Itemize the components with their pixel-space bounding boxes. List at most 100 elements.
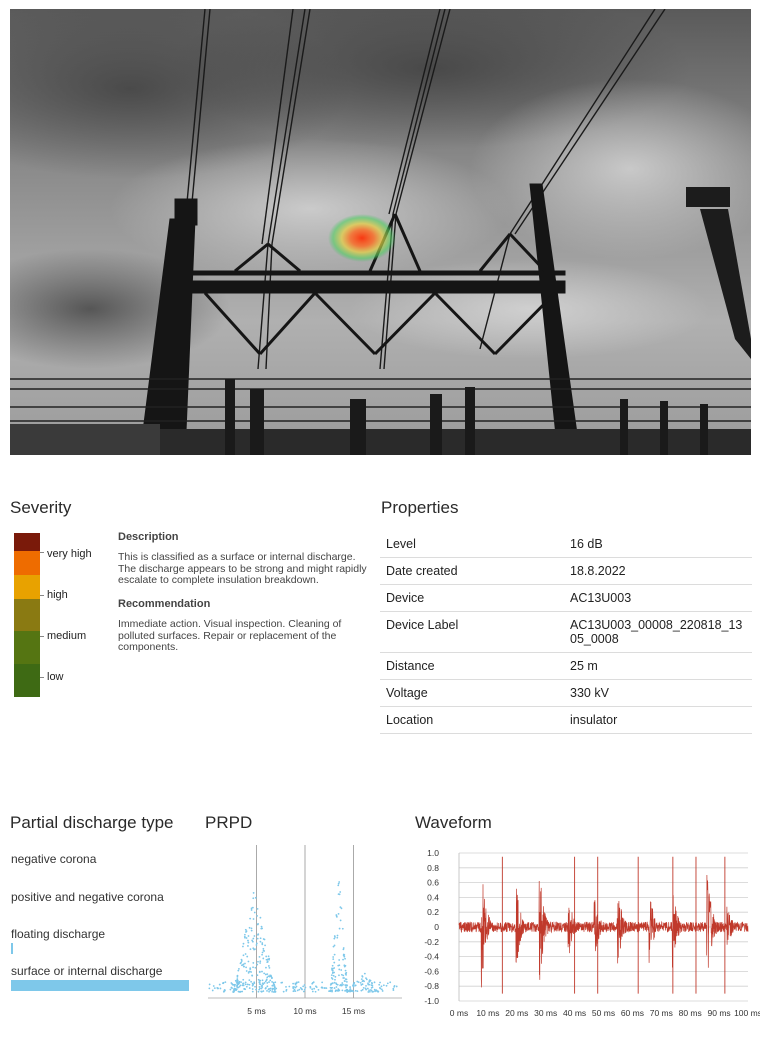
prpd-point — [271, 990, 274, 993]
prpd-point — [347, 990, 350, 993]
prpd-point — [330, 974, 333, 977]
prpd-point — [249, 948, 252, 951]
prpd-point — [260, 990, 263, 993]
prpd-tick-label: 10 ms — [293, 1006, 316, 1016]
pd-type-title: Partial discharge type — [10, 813, 174, 832]
prpd-point — [373, 981, 376, 984]
prpd-point — [242, 963, 245, 966]
prpd-point — [339, 906, 342, 909]
prpd-point — [241, 964, 243, 967]
prpd-point — [274, 981, 277, 984]
property-value: 330 kV — [564, 679, 752, 707]
prpd-point — [258, 979, 261, 982]
prpd-point — [235, 989, 237, 992]
prpd-point — [342, 983, 344, 986]
prpd-point — [371, 990, 374, 993]
prpd-point — [244, 983, 247, 986]
prpd-point — [335, 983, 338, 986]
prpd-point — [255, 944, 258, 946]
prpd-point — [259, 962, 262, 964]
prpd-point — [317, 988, 320, 991]
prpd-point — [244, 953, 247, 955]
prpd-point — [365, 988, 367, 991]
prpd-point — [331, 969, 334, 972]
waveform-x-tick: 80 ms — [679, 1008, 702, 1018]
prpd-point — [329, 986, 332, 989]
prpd-point — [362, 979, 365, 982]
prpd-point — [331, 978, 334, 980]
severity-color-4 — [14, 631, 40, 664]
prpd-point — [332, 974, 335, 977]
prpd-point — [253, 981, 256, 984]
prpd-point — [264, 973, 267, 976]
prpd-point — [271, 984, 274, 987]
prpd-point — [349, 986, 351, 988]
waveform-chart: 1.0 0.8 0.6 0.4 0.2 0 -0.2 -0.4 -0.6 -0.8 -1.0 0 m… — [424, 848, 760, 1018]
prpd-point — [342, 974, 345, 977]
property-value: 18.8.2022 — [564, 557, 752, 585]
waveform-title: Waveform — [415, 813, 492, 832]
prpd-point — [337, 912, 340, 915]
prpd-point — [342, 947, 345, 949]
prpd-point — [240, 981, 242, 984]
prpd-point — [386, 982, 389, 985]
prpd-point — [250, 927, 253, 930]
prpd-point — [345, 974, 347, 976]
prpd-point — [252, 897, 255, 900]
table-row: Distance 25 m — [380, 652, 752, 680]
prpd-point — [237, 986, 240, 989]
pd-label-1: positive and negative corona — [11, 890, 164, 904]
prpd-point — [321, 986, 323, 989]
prpd-point — [264, 980, 267, 983]
prpd-point — [341, 982, 344, 984]
prpd-point — [218, 983, 221, 986]
prpd-point — [368, 980, 371, 983]
properties-title: Properties — [381, 498, 459, 517]
prpd-point — [295, 985, 298, 988]
prpd-point — [365, 978, 368, 981]
prpd-point — [344, 957, 346, 960]
property-value: 25 m — [564, 652, 752, 680]
prpd-point — [323, 987, 326, 989]
prpd-point — [257, 933, 259, 936]
prpd-point — [331, 982, 334, 985]
prpd-point — [259, 940, 262, 943]
prpd-point — [252, 962, 255, 964]
prpd-point — [354, 984, 357, 987]
prpd-point — [247, 945, 249, 947]
prpd-point — [369, 989, 372, 991]
prpd-point — [233, 985, 236, 987]
prpd-point — [338, 974, 340, 977]
table-row: Device AC13U003 — [380, 584, 752, 612]
waveform-x-tick: 40 ms — [563, 1008, 586, 1018]
prpd-point — [333, 987, 336, 989]
prpd-point — [304, 986, 307, 989]
properties-table: Level 16 dB Date created 18.8.2022 Device A… — [380, 531, 752, 734]
waveform-y-tick: -0.6 — [424, 966, 439, 976]
prpd-point — [333, 961, 336, 964]
prpd-point — [250, 909, 253, 911]
prpd-point — [339, 984, 342, 986]
prpd-point — [262, 947, 265, 950]
prpd-point — [333, 937, 336, 940]
prpd-point — [298, 988, 301, 991]
prpd-point — [331, 964, 334, 967]
waveform-y-tick: -0.4 — [424, 952, 439, 962]
prpd-point — [259, 937, 262, 940]
prpd-point — [264, 944, 266, 947]
prpd-point — [313, 987, 316, 990]
prpd-point — [251, 988, 254, 990]
prpd-point — [356, 980, 359, 983]
prpd-point — [259, 960, 262, 963]
prpd-point — [337, 989, 340, 992]
prpd-point — [244, 988, 247, 991]
prpd-point — [356, 990, 359, 993]
prpd-point — [392, 987, 395, 990]
prpd-point — [303, 984, 306, 986]
prpd-point — [212, 985, 215, 987]
prpd-point — [245, 970, 248, 972]
prpd-point — [272, 983, 275, 985]
prpd-point — [263, 938, 266, 941]
prpd-point — [254, 966, 257, 969]
prpd-point — [233, 989, 236, 992]
